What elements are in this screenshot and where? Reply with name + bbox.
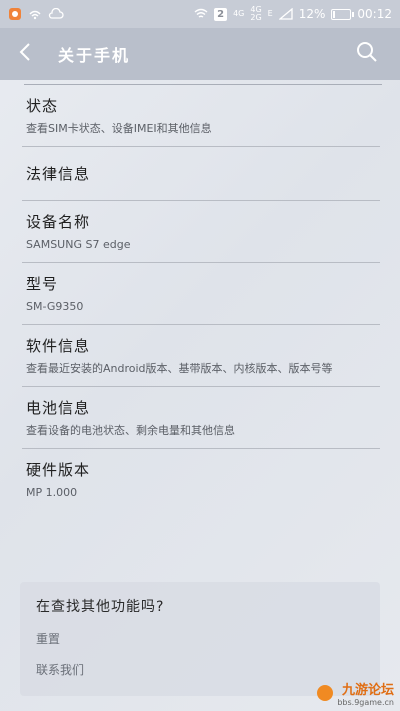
list-item-title: 设备名称 [26, 213, 91, 231]
list-item-title: 软件信息 [26, 337, 91, 355]
watermark-url: bbs.9game.cn [337, 698, 394, 707]
sim-badge: 2 [214, 7, 228, 21]
reset-link[interactable]: 重置 [36, 630, 364, 647]
watermark-logo-icon [317, 685, 334, 701]
battery-fill [333, 10, 336, 18]
status-left [8, 7, 64, 21]
list-item-subtitle: SM-G9350 [26, 300, 84, 313]
watermark-text: 九游论坛 bbs.9game.cn [337, 679, 394, 707]
wifi-icon [194, 8, 208, 20]
watermark: 九游论坛 bbs.9game.cn [317, 679, 394, 707]
back-button[interactable] [18, 40, 46, 68]
app-notification-icon [8, 7, 22, 21]
list-item-title: 硬件版本 [26, 461, 91, 479]
help-card-title: 在查找其他功能吗? [36, 599, 165, 615]
list-item-legal-info[interactable]: 法律信息 [22, 147, 380, 201]
chevron-left-icon [18, 42, 32, 66]
network-4g-top: 4G [233, 9, 245, 18]
page-title: 关于手机 [58, 46, 131, 65]
settings-list: 状态 查看SIM卡状态、设备IMEI和其他信息 法律信息 设备名称 SAMSUN… [22, 84, 382, 510]
list-item-subtitle: 查看SIM卡状态、设备IMEI和其他信息 [26, 122, 212, 135]
list-item-title: 型号 [26, 275, 59, 293]
network-4g-2g-label: 4G 2G [250, 6, 261, 22]
contact-us-link[interactable]: 联系我们 [36, 661, 364, 678]
list-item-status[interactable]: 状态 查看SIM卡状态、设备IMEI和其他信息 [22, 85, 380, 147]
list-item-subtitle: 查看设备的电池状态、剩余电量和其他信息 [26, 424, 235, 437]
app-bar: 关于手机 [0, 28, 400, 80]
list-item-title: 状态 [26, 97, 59, 115]
network-4g-2g-bottom: 2G [250, 13, 262, 22]
list-item-hardware-version[interactable]: 硬件版本 MP 1.000 [22, 449, 380, 510]
signal-icon [278, 8, 293, 20]
list-item-subtitle: SAMSUNG S7 edge [26, 238, 131, 251]
list-item-software-info[interactable]: 软件信息 查看最近安装的Android版本、基带版本、内核版本、版本号等 [22, 325, 380, 387]
cloud-icon [48, 8, 64, 20]
status-time: 00:12 [357, 7, 392, 21]
battery-percent: 12% [298, 7, 326, 21]
wifi-signal-icon [28, 7, 42, 21]
network-4g-label: 4G [233, 10, 244, 18]
list-item-title: 法律信息 [26, 165, 91, 183]
list-item-subtitle: 查看最近安装的Android版本、基带版本、内核版本、版本号等 [26, 362, 333, 375]
search-button[interactable] [352, 39, 382, 69]
watermark-title: 九游论坛 [341, 683, 394, 698]
list-item-title: 电池信息 [26, 399, 91, 417]
battery-icon [331, 8, 355, 20]
list-item-battery-info[interactable]: 电池信息 查看设备的电池状态、剩余电量和其他信息 [22, 387, 380, 449]
status-right: 2 4G 4G 2G E 12% 00:12 [194, 6, 392, 22]
search-icon [356, 41, 378, 67]
network-e-label: E [267, 9, 273, 18]
list-item-model[interactable]: 型号 SM-G9350 [22, 263, 380, 325]
list-item-device-name[interactable]: 设备名称 SAMSUNG S7 edge [22, 201, 380, 263]
status-bar: 2 4G 4G 2G E 12% 00:12 [0, 0, 400, 28]
list-item-subtitle: MP 1.000 [26, 486, 78, 499]
